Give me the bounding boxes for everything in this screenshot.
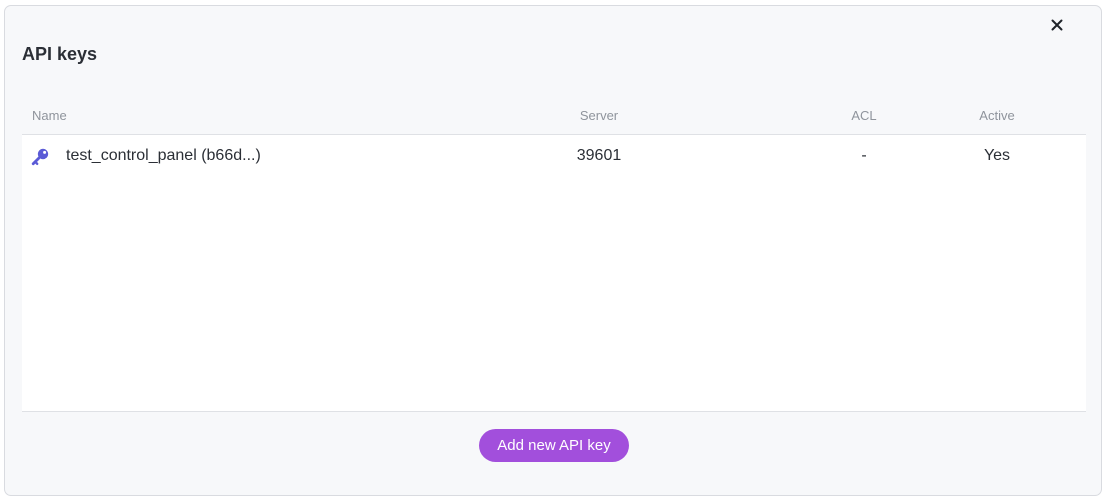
key-name: test_control_panel (b66d...) [66,147,261,164]
api-keys-table: Name Server ACL Active test_control_pane… [22,100,1086,412]
close-icon [1051,19,1063,31]
key-acl: - [861,147,867,164]
column-header-name[interactable]: Name [32,108,67,123]
column-header-active[interactable]: Active [962,108,1032,123]
key-active: Yes [983,147,1011,164]
key-icon [31,148,49,166]
dialog-title: API keys [22,44,98,64]
add-api-key-button[interactable]: Add new API key [479,429,629,462]
table-body: test_control_panel (b66d...) 39601 - Yes [22,135,1086,412]
api-keys-dialog: API keys Name Server ACL Active test_con… [4,5,1102,496]
table-header: Name Server ACL Active [22,100,1086,135]
key-server: 39601 [576,147,622,164]
close-button[interactable] [1045,14,1069,36]
column-header-server[interactable]: Server [564,108,634,123]
column-header-acl[interactable]: ACL [834,108,894,123]
table-row[interactable]: test_control_panel (b66d...) 39601 - Yes [22,135,1086,177]
